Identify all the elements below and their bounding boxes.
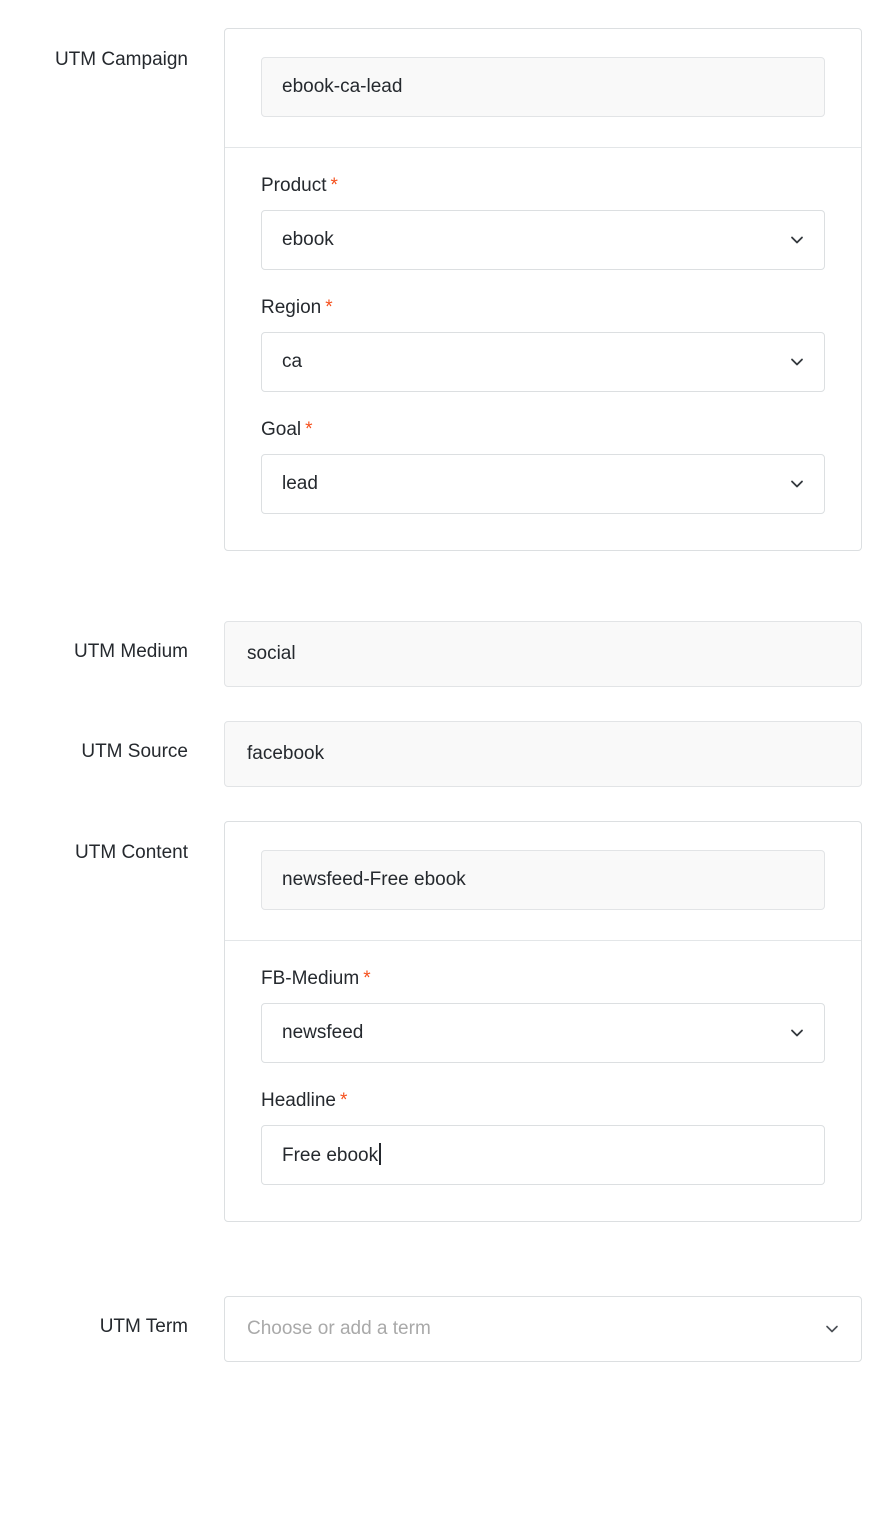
field-row-utm-campaign: UTM Campaign ebook-ca-lead Product * eboo… — [0, 0, 890, 551]
select-region-value: ca — [282, 351, 303, 372]
field-row-utm-source: UTM Source facebook — [0, 687, 890, 787]
control-utm-term: Choose or add a term — [224, 1296, 862, 1362]
control-utm-content: newsfeed-Free ebook FB-Medium* newsfeed — [224, 821, 862, 1222]
subfield-region: Region * ca — [261, 296, 825, 392]
chevron-down-icon — [788, 1024, 806, 1042]
subfield-fb-medium: FB-Medium * newsfeed — [261, 967, 825, 1063]
label-headline: Headline * — [261, 1089, 825, 1113]
chevron-down-icon — [823, 1320, 841, 1338]
required-asterisk: * — [340, 1090, 348, 1111]
required-asterisk: * — [330, 175, 338, 196]
input-headline[interactable]: Free ebook — [261, 1125, 825, 1185]
utm-campaign-computed-section: ebook-ca-lead — [225, 29, 861, 148]
select-product-value: ebook — [282, 229, 334, 250]
text-cursor — [379, 1143, 381, 1165]
utm-content-group: newsfeed-Free ebook FB-Medium* newsfeed — [224, 821, 862, 1222]
combobox-utm-term-placeholder: Choose or add a term — [247, 1318, 431, 1339]
select-fb-medium[interactable]: newsfeed — [261, 1003, 825, 1063]
subfield-goal: Goal * lead — [261, 418, 825, 514]
utm-medium-value: social — [224, 621, 862, 687]
input-headline-value: Free ebook — [282, 1145, 379, 1166]
field-row-utm-medium: UTM Medium social — [0, 551, 890, 687]
control-utm-source: facebook — [224, 721, 862, 787]
select-goal[interactable]: lead — [261, 454, 825, 514]
label-product: Product * — [261, 174, 825, 198]
subfield-headline: Headline * Free ebook — [261, 1089, 825, 1185]
select-product[interactable]: ebook — [261, 210, 825, 270]
utm-source-value: facebook — [224, 721, 862, 787]
label-headline-text: Headline — [261, 1090, 336, 1111]
utm-content-computed-section: newsfeed-Free ebook — [225, 822, 861, 941]
field-row-utm-content: UTM Content newsfeed-Free ebook FB-Mediu… — [0, 787, 890, 1222]
subfield-product: Product * ebook — [261, 174, 825, 270]
chevron-down-icon — [788, 353, 806, 371]
control-utm-campaign: ebook-ca-lead Product * ebook Region * c… — [224, 28, 862, 551]
chevron-down-icon — [788, 231, 806, 249]
label-region: Region * — [261, 296, 825, 320]
control-utm-medium: social — [224, 621, 862, 687]
chevron-down-icon — [788, 475, 806, 493]
label-product-text: Product — [261, 175, 327, 196]
utm-campaign-computed-value: ebook-ca-lead — [261, 57, 825, 117]
utm-campaign-subfields: Product * ebook Region * ca Goal * lead — [225, 148, 861, 550]
label-utm-content: UTM Content — [75, 842, 188, 863]
label-region-text: Region — [261, 297, 322, 318]
label-fb-medium-text: FB-Medium — [261, 968, 360, 989]
label-utm-campaign: UTM Campaign — [54, 49, 188, 70]
utm-builder-form: UTM Campaign ebook-ca-lead Product * eboo… — [0, 0, 890, 1524]
label-goal-text: Goal — [261, 419, 302, 440]
utm-content-subfields: FB-Medium * newsfeed Headline * Free ebo… — [225, 941, 861, 1221]
label-fb-medium: FB-Medium * — [261, 967, 825, 991]
required-asterisk: * — [363, 968, 371, 989]
field-row-utm-term: UTM Term Choose or add a term — [0, 1222, 890, 1362]
label-utm-medium: UTM Medium — [73, 641, 188, 662]
select-goal-value: lead — [282, 473, 318, 494]
select-fb-medium-value: newsfeed — [282, 1022, 364, 1043]
utm-content-computed-value: newsfeed-Free ebook — [261, 850, 825, 910]
required-asterisk: * — [305, 419, 313, 440]
label-utm-term: UTM Term — [99, 1316, 188, 1337]
label-goal: Goal * — [261, 418, 825, 442]
required-asterisk: * — [325, 297, 333, 318]
utm-campaign-group: ebook-ca-lead Product * ebook Region * c… — [224, 28, 862, 551]
input-headline-wrapper: Free ebook — [282, 1143, 381, 1167]
combobox-utm-term[interactable]: Choose or add a term — [224, 1296, 862, 1362]
label-utm-source: UTM Source — [81, 741, 188, 762]
select-region[interactable]: ca — [261, 332, 825, 392]
